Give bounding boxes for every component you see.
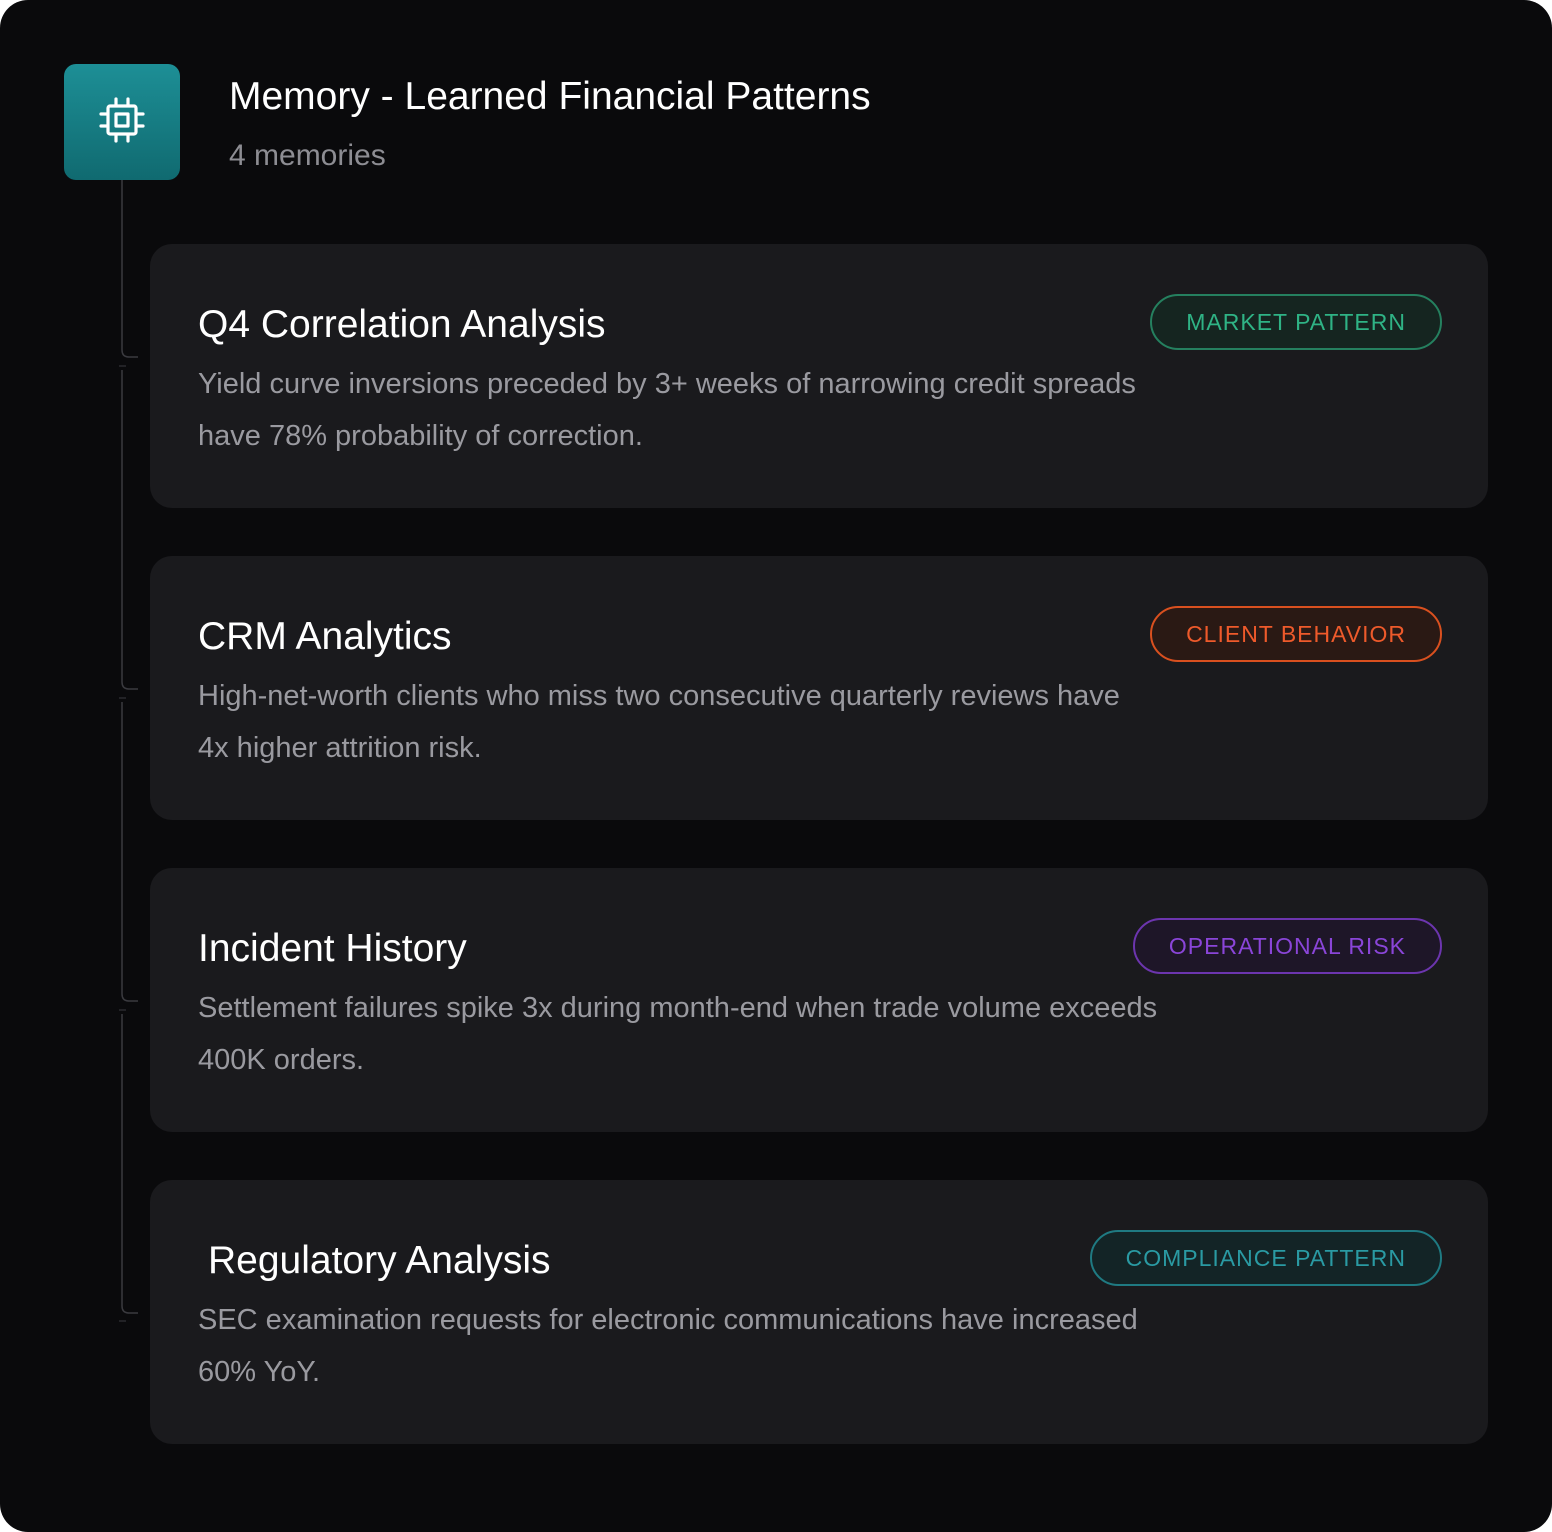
- memory-title: CRM Analytics: [198, 615, 452, 658]
- memory-count: 4 memories: [229, 139, 386, 172]
- memory-description: Yield curve inversions preceded by 3+ we…: [198, 368, 1136, 452]
- memory-title: Regulatory Analysis: [208, 1239, 551, 1282]
- memory-title: Q4 Correlation Analysis: [198, 303, 606, 346]
- memory-card[interactable]: CRM Analytics High-net-worth clients who…: [150, 556, 1488, 820]
- memory-title: Incident History: [198, 927, 467, 970]
- memory-panel: Memory - Learned Financial Patterns 4 me…: [0, 0, 1552, 1532]
- chip-icon-tile: [64, 64, 180, 180]
- memory-card[interactable]: Q4 Correlation Analysis Yield curve inve…: [150, 244, 1488, 508]
- memory-description: Settlement failures spike 3x during mont…: [198, 992, 1158, 1076]
- category-badge-operational-risk: OPERATIONAL RISK: [1132, 918, 1442, 974]
- cpu-chip-icon: [99, 96, 145, 148]
- page-title: Memory - Learned Financial Patterns: [229, 75, 871, 118]
- category-badge-market-pattern: MARKET PATTERN: [1150, 294, 1442, 350]
- memory-description: High-net-worth clients who miss two cons…: [198, 680, 1120, 764]
- category-badge-client-behavior: CLIENT BEHAVIOR: [1150, 606, 1442, 662]
- memory-description: SEC examination requests for electronic …: [198, 1304, 1138, 1388]
- memory-card[interactable]: Regulatory Analysis SEC examination requ…: [150, 1180, 1488, 1444]
- memory-card[interactable]: Incident History Settlement failures spi…: [150, 868, 1488, 1132]
- category-badge-compliance-pattern: COMPLIANCE PATTERN: [1089, 1230, 1442, 1286]
